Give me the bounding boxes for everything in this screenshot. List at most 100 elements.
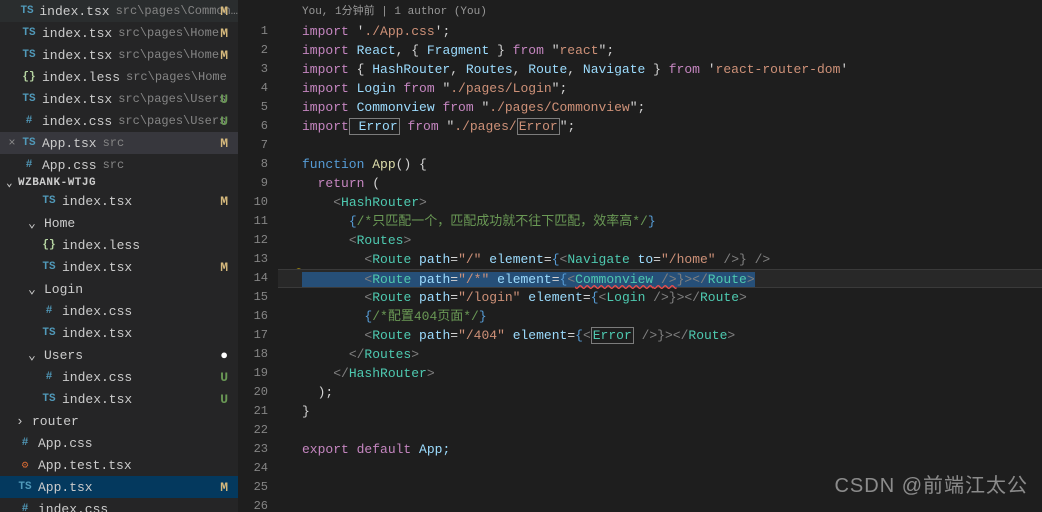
codelens[interactable]: You, 1分钟前 | 1 author (You) <box>302 2 487 18</box>
file-item[interactable]: TSindex.tsxM <box>0 190 238 212</box>
file-item[interactable]: # App.css <box>0 432 238 454</box>
code-line: {/*配置404页面*/} <box>278 307 1042 326</box>
code-line: {/*只匹配一个，匹配成功就不往下匹配，效率高*/} <box>278 212 1042 231</box>
file-icon: {} <box>40 239 58 251</box>
close-icon[interactable] <box>4 113 20 129</box>
item-status: U <box>220 370 228 385</box>
code-line: import { HashRouter, Routes, Route, Navi… <box>278 60 1042 79</box>
line-number: 16 <box>238 307 278 326</box>
item-status: M <box>220 480 228 495</box>
file-item[interactable]: TSApp.tsxM <box>0 476 238 498</box>
close-icon[interactable] <box>4 91 20 107</box>
item-name: Login <box>44 282 83 297</box>
item-name: index.tsx <box>62 260 132 275</box>
line-number: 6 <box>238 117 278 136</box>
file-path: src\pages\Home <box>118 48 219 62</box>
file-item[interactable]: TS index.tsx <box>0 322 238 344</box>
close-icon[interactable]: × <box>4 135 20 151</box>
folder-item[interactable]: ›router <box>0 410 238 432</box>
line-number: 23 <box>238 440 278 459</box>
close-icon[interactable] <box>4 25 20 41</box>
close-icon[interactable] <box>4 69 20 85</box>
editor[interactable]: You, 1分钟前 | 1 author (You) 1234567891011… <box>238 0 1042 512</box>
item-name: index.css <box>38 502 108 512</box>
file-icon: TS <box>40 327 58 339</box>
open-editor-item[interactable]: #index.csssrc\pages\UsersU <box>0 110 238 132</box>
file-name: index.tsx <box>42 48 112 63</box>
open-editor-item[interactable]: {}index.lesssrc\pages\Home <box>0 66 238 88</box>
file-icon: ⚙ <box>16 458 34 472</box>
file-item[interactable]: ⚙App.test.tsx <box>0 454 238 476</box>
open-editors: TSindex.tsxsrc\pages\Common…MTSindex.tsx… <box>0 0 238 176</box>
line-number: 21 <box>238 402 278 421</box>
file-icon: TS <box>40 393 58 405</box>
code-line <box>278 459 1042 478</box>
file-icon: # <box>16 437 34 449</box>
item-name: index.css <box>62 304 132 319</box>
line-number: 9 <box>238 174 278 193</box>
code-line: } <box>278 402 1042 421</box>
item-name: App.tsx <box>38 480 93 495</box>
folder-item[interactable]: ⌄Users● <box>0 344 238 366</box>
line-number: 19 <box>238 364 278 383</box>
code-line <box>278 478 1042 497</box>
item-status: M <box>220 260 228 275</box>
file-status: M <box>220 26 228 41</box>
file-status: M <box>220 4 228 19</box>
item-name: index.tsx <box>62 194 132 209</box>
code-line: ); <box>278 383 1042 402</box>
explorer-section[interactable]: ⌄ WZBANK-WTJG <box>0 176 238 190</box>
file-status: U <box>220 114 228 129</box>
line-number: 17 <box>238 326 278 345</box>
line-number: 8 <box>238 155 278 174</box>
open-editor-item[interactable]: TSindex.tsxsrc\pages\HomeM <box>0 44 238 66</box>
file-item[interactable]: TS index.tsx U <box>0 388 238 410</box>
chevron-down-icon: ⌄ <box>6 176 18 190</box>
line-number: 1 <box>238 22 278 41</box>
file-item[interactable]: {}index.less <box>0 234 238 256</box>
file-status: M <box>220 48 228 63</box>
line-number: 26 <box>238 497 278 512</box>
file-item[interactable]: #index.cssU <box>0 366 238 388</box>
item-name: index.tsx <box>62 392 132 407</box>
chevron-icon: ⌄ <box>28 348 40 363</box>
item-name: App.css <box>38 436 93 451</box>
file-item[interactable]: #index.css <box>0 498 238 512</box>
file-path: src <box>103 136 125 150</box>
line-number: 14 <box>238 269 278 288</box>
open-editor-item[interactable]: TSindex.tsxsrc\pages\HomeM <box>0 22 238 44</box>
file-item[interactable]: TSindex.tsxM <box>0 256 238 278</box>
item-status: U <box>220 392 228 407</box>
code-line: import Commonview from "./pages/Commonvi… <box>278 98 1042 117</box>
file-name: index.css <box>42 114 112 129</box>
file-status: U <box>220 92 228 107</box>
open-editor-item[interactable]: TSindex.tsxsrc\pages\UsersU <box>0 88 238 110</box>
close-icon[interactable] <box>4 3 19 19</box>
file-icon: TS <box>20 137 38 149</box>
folder-item[interactable]: ⌄Login <box>0 278 238 300</box>
close-icon[interactable] <box>4 157 20 173</box>
code-line: <Route path="/404" element={<Error />}><… <box>278 326 1042 345</box>
file-path: src\pages\Home <box>126 70 227 84</box>
line-number: 20 <box>238 383 278 402</box>
line-number: 11 <box>238 212 278 231</box>
sidebar: TSindex.tsxsrc\pages\Common…MTSindex.tsx… <box>0 0 238 512</box>
file-icon: TS <box>40 195 58 207</box>
line-number: 10 <box>238 193 278 212</box>
open-editor-item[interactable]: TSindex.tsxsrc\pages\Common…M <box>0 0 238 22</box>
open-editor-item[interactable]: #App.csssrc <box>0 154 238 176</box>
item-name: Home <box>44 216 75 231</box>
file-icon: TS <box>20 93 38 105</box>
file-status: M <box>220 136 228 151</box>
close-icon[interactable] <box>4 47 20 63</box>
file-path: src\pages\Users <box>118 92 226 106</box>
open-editor-item[interactable]: ×TSApp.tsxsrcM <box>0 132 238 154</box>
item-name: Users <box>44 348 83 363</box>
folder-item[interactable]: ⌄Home <box>0 212 238 234</box>
file-item[interactable]: #index.css <box>0 300 238 322</box>
item-name: index.tsx <box>62 326 132 341</box>
code-area[interactable]: import './App.css'; import React, { Frag… <box>278 22 1042 512</box>
line-number: 2 <box>238 41 278 60</box>
code-line: return ( <box>278 174 1042 193</box>
line-number: 25 <box>238 478 278 497</box>
